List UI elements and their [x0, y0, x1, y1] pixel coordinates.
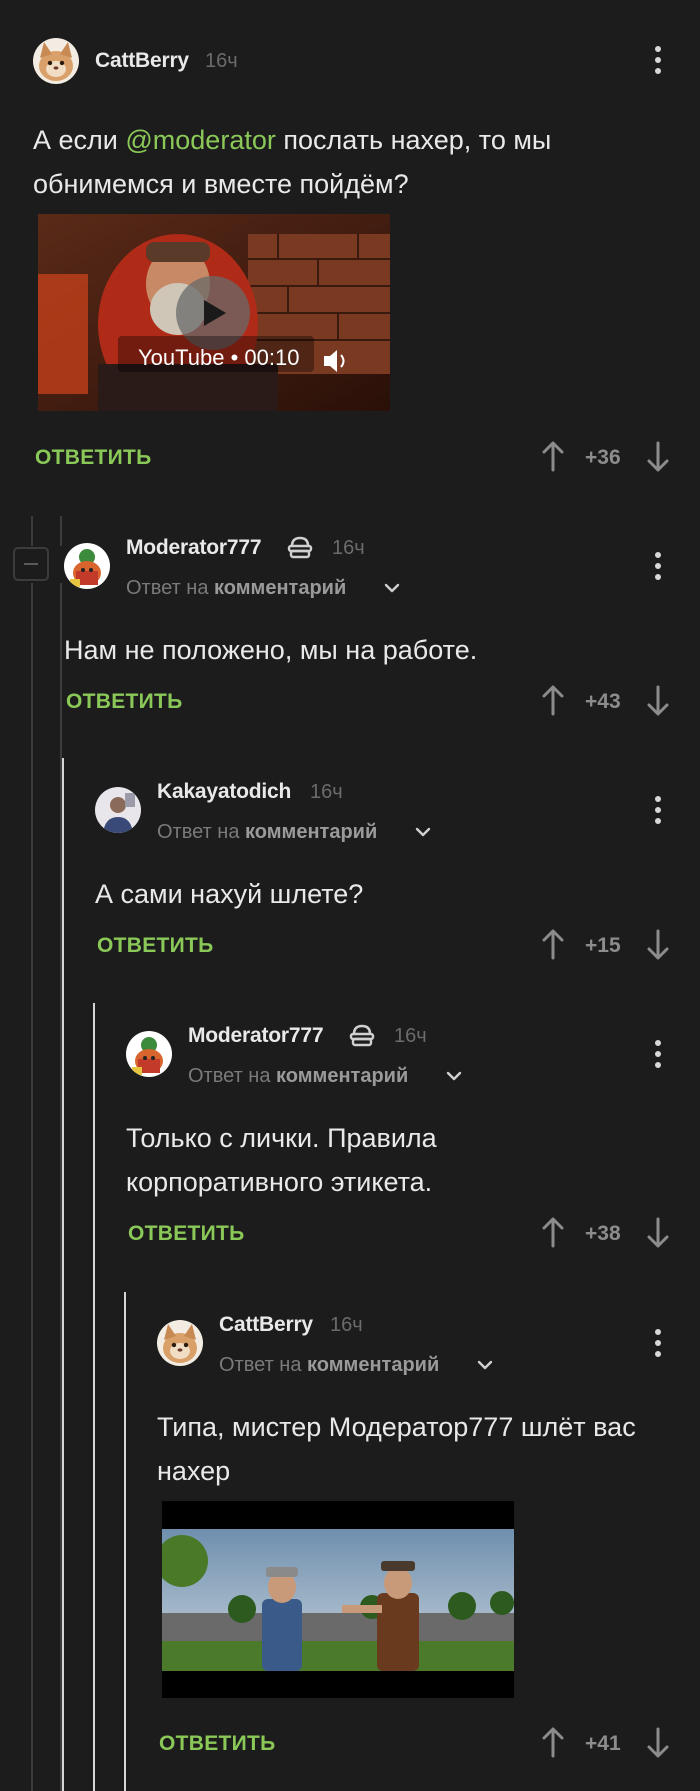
- reply-to-link[interactable]: комментарий: [214, 577, 346, 599]
- timestamp: 16ч: [332, 537, 365, 559]
- score: +43: [585, 690, 621, 713]
- moderator-badge-icon: [286, 534, 314, 560]
- score: +36: [585, 446, 621, 469]
- comment-text: Только с лички. Правила корпоративного э…: [126, 1123, 437, 1197]
- thread-line: [124, 1292, 126, 1791]
- score: +38: [585, 1222, 621, 1245]
- avatar[interactable]: [157, 1320, 203, 1366]
- username[interactable]: CattBerry: [219, 1313, 313, 1337]
- username[interactable]: Moderator777: [188, 1024, 324, 1048]
- video-embed[interactable]: YouTube • 00:10: [38, 214, 390, 411]
- arrow-up-icon[interactable]: [541, 1216, 565, 1248]
- thread-line: [31, 516, 33, 546]
- thread-line: [93, 1003, 95, 1791]
- reply-to-prefix: Ответ на: [157, 821, 240, 843]
- comment-text: Нам не положено, мы на работе.: [64, 635, 478, 665]
- timestamp: 16ч: [310, 781, 343, 803]
- avatar[interactable]: [33, 38, 79, 84]
- reply-button[interactable]: ОТВЕТИТЬ: [159, 1732, 276, 1756]
- chevron-down-icon[interactable]: [415, 827, 431, 837]
- avatar[interactable]: [64, 543, 110, 589]
- username[interactable]: Kakayatodich: [157, 780, 291, 804]
- video-label: YouTube • 00:10: [138, 345, 299, 370]
- arrow-down-icon[interactable]: [646, 1217, 670, 1249]
- kebab-menu-icon[interactable]: [653, 1040, 663, 1072]
- username[interactable]: Moderator777: [126, 536, 262, 560]
- reply-to-link[interactable]: комментарий: [307, 1354, 439, 1376]
- reply-to[interactable]: Ответ на комментарий: [157, 821, 377, 844]
- moderator-badge-icon: [348, 1022, 376, 1048]
- reply-to-link[interactable]: комментарий: [276, 1065, 408, 1087]
- reply-button[interactable]: ОТВЕТИТЬ: [97, 934, 214, 958]
- reply-to-link[interactable]: комментарий: [245, 821, 377, 843]
- reply-to-prefix: Ответ на: [126, 577, 209, 599]
- avatar[interactable]: [95, 787, 141, 833]
- kebab-menu-icon[interactable]: [653, 552, 663, 584]
- comment-text-part: А если: [33, 125, 126, 155]
- timestamp: 16ч: [330, 1314, 363, 1336]
- username[interactable]: CattBerry: [95, 49, 189, 73]
- chevron-down-icon[interactable]: [477, 1360, 493, 1370]
- reply-button[interactable]: ОТВЕТИТЬ: [128, 1222, 245, 1246]
- arrow-down-icon[interactable]: [646, 1727, 670, 1759]
- reply-to[interactable]: Ответ на комментарий: [219, 1354, 439, 1377]
- reply-button[interactable]: ОТВЕТИТЬ: [66, 690, 183, 714]
- arrow-down-icon[interactable]: [646, 929, 670, 961]
- arrow-up-icon[interactable]: [541, 684, 565, 716]
- kebab-menu-icon[interactable]: [653, 1329, 663, 1361]
- chevron-down-icon[interactable]: [384, 583, 400, 593]
- comment-text: А если @moderator послать нахер, то мы о…: [33, 118, 653, 206]
- kebab-menu-icon[interactable]: [653, 796, 663, 828]
- gif-embed[interactable]: [162, 1501, 514, 1698]
- reply-to-prefix: Ответ на: [188, 1065, 271, 1087]
- timestamp: 16ч: [394, 1025, 427, 1047]
- comment-text: А сами нахуй шлете?: [95, 879, 364, 909]
- thread-line: [31, 583, 33, 1791]
- comment-text: Типа, мистер Модератор777 шлёт вас нахер: [157, 1412, 636, 1486]
- reply-to[interactable]: Ответ на комментарий: [188, 1065, 408, 1088]
- collapse-icon[interactable]: [13, 547, 49, 581]
- arrow-up-icon[interactable]: [541, 1726, 565, 1758]
- score: +15: [585, 934, 621, 957]
- arrow-up-icon[interactable]: [541, 440, 565, 472]
- score: +41: [585, 1732, 621, 1755]
- reply-to[interactable]: Ответ на комментарий: [126, 577, 346, 600]
- kebab-menu-icon[interactable]: [653, 46, 663, 78]
- arrow-down-icon[interactable]: [646, 441, 670, 473]
- avatar[interactable]: [126, 1031, 172, 1077]
- image-thumbnail: [162, 1501, 514, 1698]
- timestamp: 16ч: [205, 50, 238, 72]
- video-thumbnail: YouTube • 00:10: [38, 214, 390, 411]
- arrow-up-icon[interactable]: [541, 928, 565, 960]
- thread-line: [60, 516, 62, 546]
- mention-link[interactable]: @moderator: [125, 125, 275, 155]
- reply-to-prefix: Ответ на: [219, 1354, 302, 1376]
- arrow-down-icon[interactable]: [646, 685, 670, 717]
- reply-button[interactable]: ОТВЕТИТЬ: [35, 446, 152, 470]
- thread-line: [62, 758, 64, 1791]
- chevron-down-icon[interactable]: [446, 1071, 462, 1081]
